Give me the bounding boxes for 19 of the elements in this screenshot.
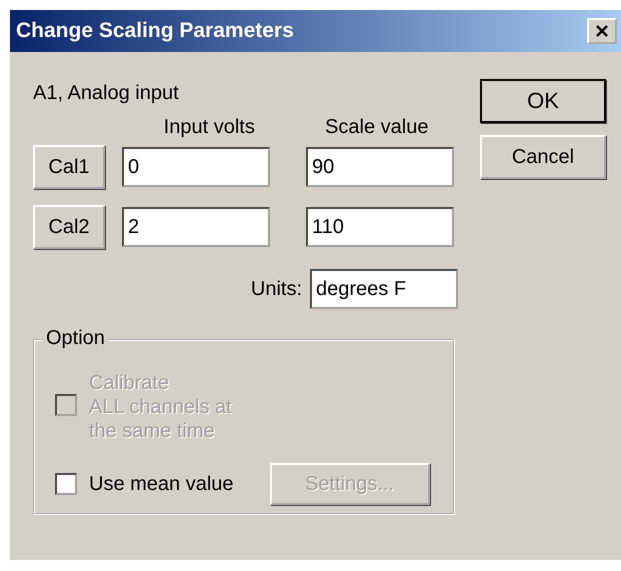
column-header: Input volts — [162, 116, 256, 139]
scale-value-field[interactable]: 110 — [306, 207, 454, 247]
calibrate-button[interactable]: Cal1 — [33, 145, 105, 189]
close-button[interactable] — [587, 18, 617, 44]
checkbox[interactable] — [55, 473, 77, 495]
dialog-button[interactable]: Cancel — [480, 135, 606, 179]
input-volts-field[interactable]: 0 — [122, 147, 270, 187]
scale-value-field[interactable]: 90 — [306, 147, 454, 187]
units-field[interactable]: degrees F — [310, 269, 458, 309]
units-label: Units: — [250, 278, 302, 300]
dialog-button[interactable]: OK — [480, 79, 606, 123]
calibrate-button[interactable]: Cal2 — [33, 205, 105, 249]
close-icon — [595, 24, 609, 38]
input-volts-field[interactable]: 2 — [122, 207, 270, 247]
window-title: Change Scaling Parameters — [16, 19, 294, 43]
group-title: Option — [43, 327, 108, 350]
column-header: Scale value — [324, 116, 430, 139]
channel-label: A1, Analog input — [33, 82, 180, 106]
checkbox-label: Use mean value — [89, 472, 234, 496]
